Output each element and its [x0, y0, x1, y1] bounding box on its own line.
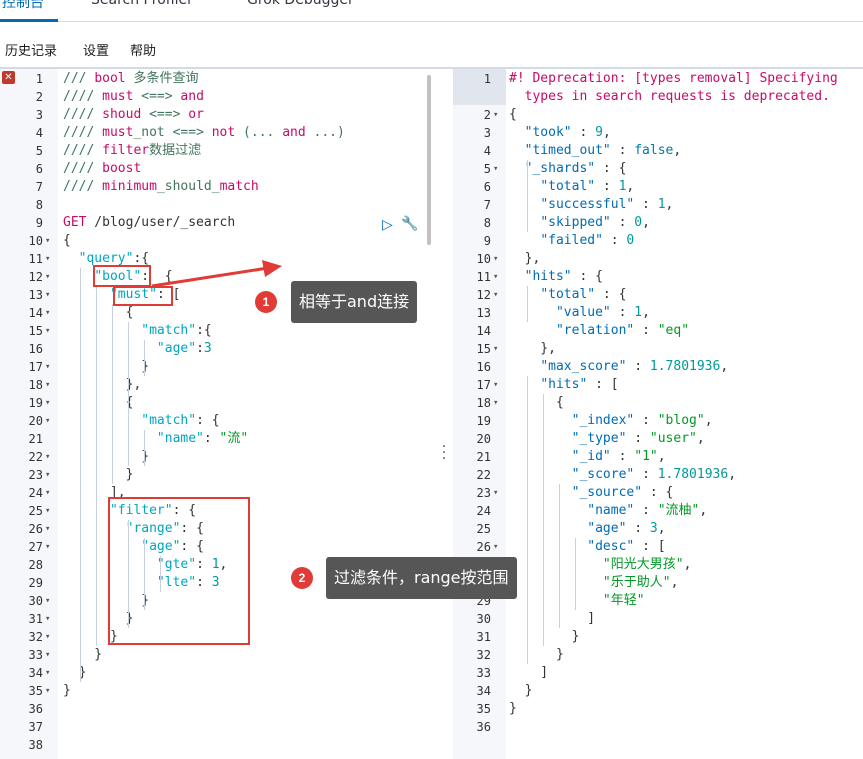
annotation-callout-2: 过滤条件，range按范围 [326, 557, 517, 599]
annotation-badge-2: 2 [291, 567, 313, 589]
annotation-callout-1: 相等于and连接 [291, 281, 418, 323]
annotation-arrow [151, 260, 282, 288]
annotation-badge-1: 1 [255, 291, 277, 313]
